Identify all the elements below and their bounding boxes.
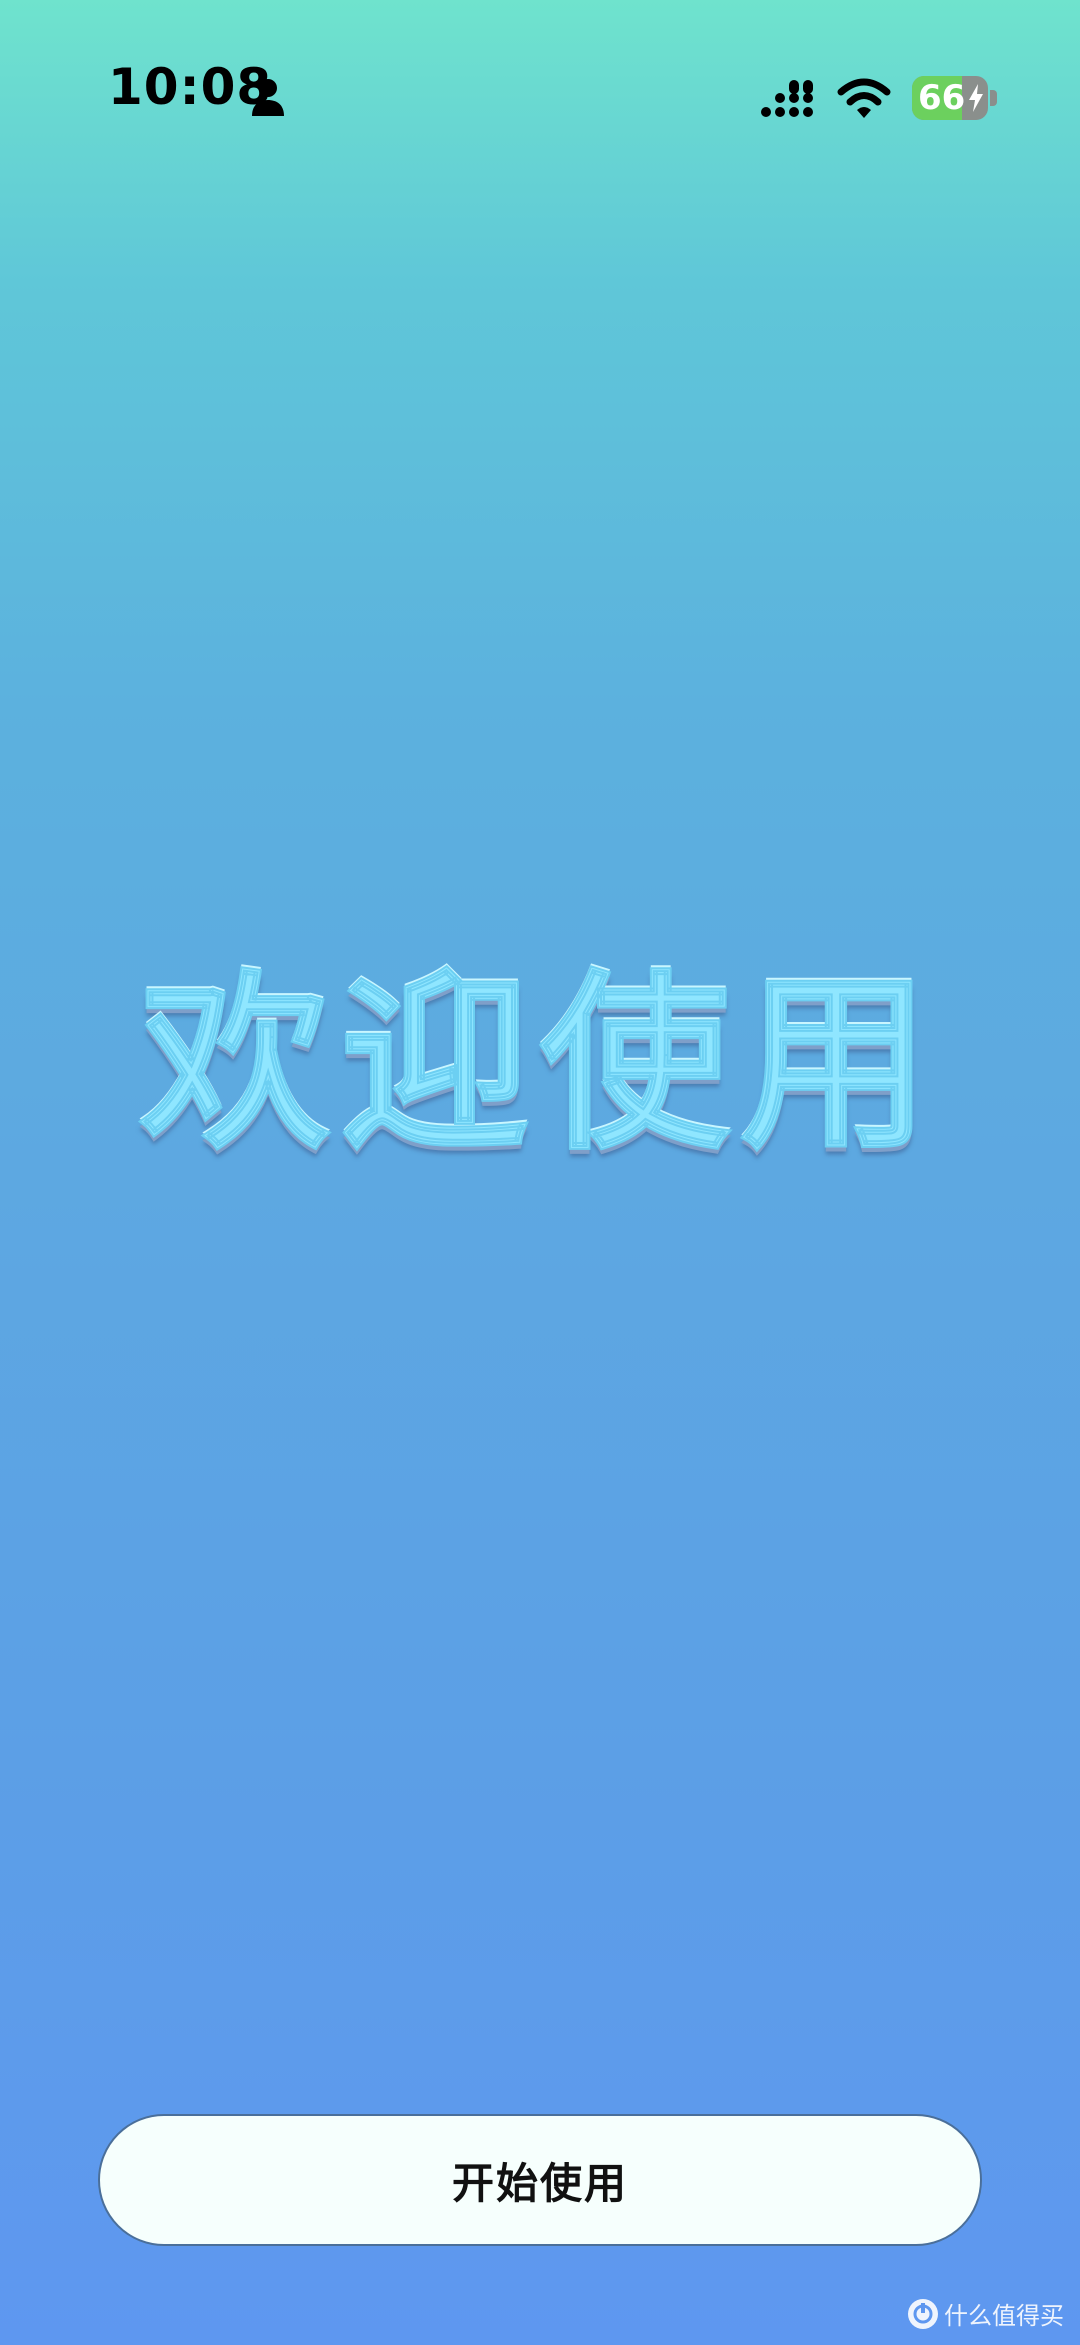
start-button-label: 开始使用	[451, 2158, 628, 2208]
bolt-icon	[969, 84, 983, 112]
battery-level-text: 66	[918, 78, 966, 118]
battery-body: 66	[912, 76, 988, 120]
status-bar: 10:08 66	[0, 0, 1080, 200]
battery-icon: 66	[912, 76, 998, 120]
watermark-text: 什么值得买	[944, 2302, 1064, 2330]
battery-cap	[990, 90, 997, 106]
status-time: 10:08	[108, 58, 273, 116]
watermark: 什么值得买	[908, 2296, 1064, 2331]
person-icon	[252, 79, 284, 116]
watermark-logo-icon	[908, 2298, 938, 2329]
welcome-title: 欢迎使用	[139, 954, 940, 1175]
wifi-icon	[837, 78, 891, 118]
signal-icon	[761, 80, 813, 117]
start-button[interactable]: 开始使用	[98, 2114, 982, 2246]
